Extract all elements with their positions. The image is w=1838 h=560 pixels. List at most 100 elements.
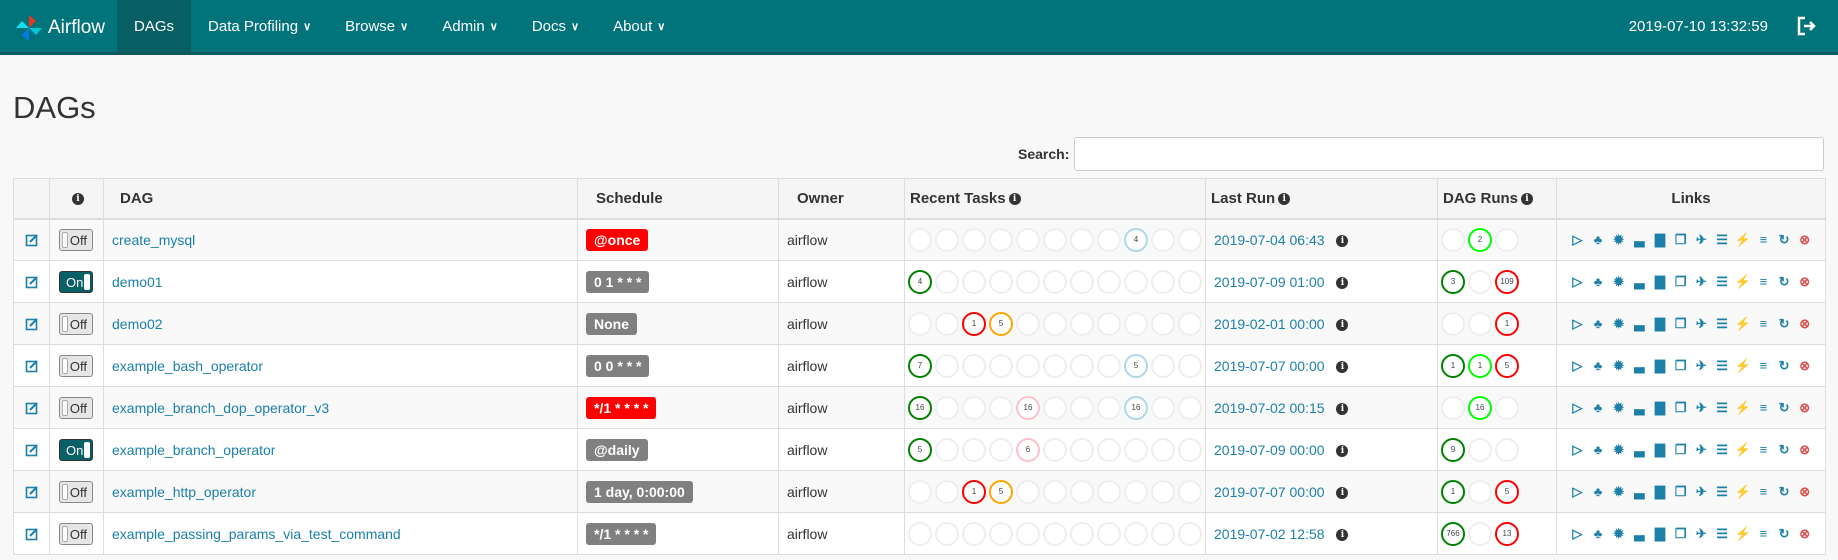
logs-icon[interactable]: ⚡ xyxy=(1734,231,1751,249)
code-view-icon[interactable]: ☰ xyxy=(1714,273,1731,291)
task-state-circle[interactable]: 16 xyxy=(1016,395,1040,420)
task-state-circle[interactable] xyxy=(1178,227,1202,252)
task-state-circle[interactable] xyxy=(908,521,932,546)
nav-item-browse[interactable]: Browse ∨ xyxy=(328,0,425,52)
schedule-badge[interactable]: 1 day, 0:00:00 xyxy=(586,480,693,503)
last-run-link[interactable]: 2019-07-07 00:00 xyxy=(1214,358,1325,374)
task-state-circle[interactable] xyxy=(1178,353,1202,378)
task-state-circle[interactable] xyxy=(1016,353,1040,378)
task-state-circle[interactable]: 4 xyxy=(1124,227,1148,252)
task-state-circle[interactable] xyxy=(962,353,986,378)
task-state-circle[interactable] xyxy=(1070,437,1094,462)
task-state-circle[interactable] xyxy=(1070,395,1094,420)
task-state-circle[interactable] xyxy=(1151,311,1175,336)
task-state-circle[interactable] xyxy=(1097,353,1121,378)
run-state-circle[interactable] xyxy=(1468,311,1492,336)
task-state-circle[interactable] xyxy=(1016,479,1040,504)
code-view-icon[interactable]: ☰ xyxy=(1714,399,1731,417)
last-run-link[interactable]: 2019-02-01 00:00 xyxy=(1214,316,1325,332)
last-run-link[interactable]: 2019-07-09 00:00 xyxy=(1214,442,1325,458)
logs-icon[interactable]: ⚡ xyxy=(1734,441,1751,459)
delete-icon[interactable]: ⊗ xyxy=(1796,273,1813,291)
task-state-circle[interactable] xyxy=(1043,311,1067,336)
run-state-circle[interactable]: 766 xyxy=(1441,521,1465,546)
task-state-circle[interactable] xyxy=(1043,227,1067,252)
duration-chart-icon[interactable]: ▇ xyxy=(1652,441,1669,459)
tree-view-icon[interactable]: ♣ xyxy=(1590,525,1607,543)
code-view-icon[interactable]: ☰ xyxy=(1714,231,1731,249)
info-icon[interactable]: i xyxy=(1278,192,1291,205)
dag-link[interactable]: example_http_operator xyxy=(112,484,256,500)
task-state-circle[interactable]: 5 xyxy=(908,437,932,462)
run-state-circle[interactable] xyxy=(1441,311,1465,336)
task-state-circle[interactable]: 4 xyxy=(908,269,932,294)
run-state-circle[interactable]: 109 xyxy=(1495,269,1519,294)
gantt-icon[interactable]: ✈ xyxy=(1693,231,1710,249)
edit-icon[interactable] xyxy=(25,317,39,331)
task-state-circle[interactable] xyxy=(1178,311,1202,336)
run-state-circle[interactable]: 1 xyxy=(1468,353,1492,378)
task-state-circle[interactable]: 16 xyxy=(908,395,932,420)
tree-view-icon[interactable]: ♣ xyxy=(1590,231,1607,249)
info-icon[interactable]: i xyxy=(1008,192,1021,205)
refresh-icon[interactable]: ↻ xyxy=(1776,315,1793,333)
last-run-link[interactable]: 2019-07-02 12:58 xyxy=(1214,526,1325,542)
run-state-circle[interactable] xyxy=(1468,479,1492,504)
gantt-icon[interactable]: ✈ xyxy=(1693,483,1710,501)
last-run-link[interactable]: 2019-07-09 01:00 xyxy=(1214,274,1325,290)
task-state-circle[interactable] xyxy=(989,353,1013,378)
info-icon[interactable]: i xyxy=(1336,276,1349,289)
last-run-link[interactable]: 2019-07-04 06:43 xyxy=(1214,232,1325,248)
schedule-badge[interactable]: @daily xyxy=(586,438,648,461)
run-state-circle[interactable] xyxy=(1468,269,1492,294)
task-state-circle[interactable] xyxy=(1097,479,1121,504)
search-input[interactable] xyxy=(1074,137,1824,171)
task-state-circle[interactable] xyxy=(1151,521,1175,546)
task-state-circle[interactable] xyxy=(1151,479,1175,504)
task-state-circle[interactable] xyxy=(1043,437,1067,462)
task-state-circle[interactable] xyxy=(935,437,959,462)
task-state-circle[interactable] xyxy=(935,479,959,504)
run-state-circle[interactable] xyxy=(1495,437,1519,462)
task-state-circle[interactable] xyxy=(962,395,986,420)
trigger-dag-icon[interactable]: ▷ xyxy=(1569,231,1586,249)
task-state-circle[interactable] xyxy=(1097,395,1121,420)
dag-link[interactable]: create_mysql xyxy=(112,232,195,248)
graph-view-icon[interactable]: ✹ xyxy=(1610,525,1627,543)
task-state-circle[interactable] xyxy=(1016,269,1040,294)
duration-chart-icon[interactable]: ▇ xyxy=(1652,315,1669,333)
info-icon[interactable]: i xyxy=(1336,444,1349,457)
details-icon[interactable]: ≡ xyxy=(1755,441,1772,459)
details-icon[interactable]: ≡ xyxy=(1755,273,1772,291)
run-state-circle[interactable]: 1 xyxy=(1441,353,1465,378)
task-state-circle[interactable] xyxy=(1124,437,1148,462)
info-icon[interactable]: i xyxy=(72,192,84,205)
info-icon[interactable]: i xyxy=(1336,402,1349,415)
logs-icon[interactable]: ⚡ xyxy=(1734,273,1751,291)
task-state-circle[interactable] xyxy=(1178,437,1202,462)
dag-pause-toggle[interactable]: Off xyxy=(59,354,93,377)
logs-icon[interactable]: ⚡ xyxy=(1734,525,1751,543)
landing-times-icon[interactable]: ❐ xyxy=(1672,315,1689,333)
run-state-circle[interactable]: 5 xyxy=(1495,353,1519,378)
dag-link[interactable]: example_bash_operator xyxy=(112,358,263,374)
task-state-circle[interactable] xyxy=(1124,311,1148,336)
duration-chart-icon[interactable]: ▇ xyxy=(1652,399,1669,417)
task-state-circle[interactable] xyxy=(1178,521,1202,546)
task-state-circle[interactable] xyxy=(935,227,959,252)
info-icon[interactable]: i xyxy=(1336,360,1349,373)
task-state-circle[interactable] xyxy=(1151,353,1175,378)
schedule-badge[interactable]: @once xyxy=(586,228,649,251)
graph-view-icon[interactable]: ✹ xyxy=(1610,483,1627,501)
col-owner[interactable]: Owner xyxy=(778,178,905,220)
task-state-circle[interactable] xyxy=(1124,269,1148,294)
dag-pause-toggle[interactable]: Off xyxy=(59,480,93,503)
refresh-icon[interactable]: ↻ xyxy=(1776,357,1793,375)
task-state-circle[interactable] xyxy=(1070,479,1094,504)
logs-icon[interactable]: ⚡ xyxy=(1734,357,1751,375)
run-state-circle[interactable]: 2 xyxy=(1468,227,1492,252)
details-icon[interactable]: ≡ xyxy=(1755,315,1772,333)
task-state-circle[interactable] xyxy=(1124,521,1148,546)
tries-chart-icon[interactable]: ▃ xyxy=(1631,525,1648,543)
task-state-circle[interactable]: 16 xyxy=(1124,395,1148,420)
